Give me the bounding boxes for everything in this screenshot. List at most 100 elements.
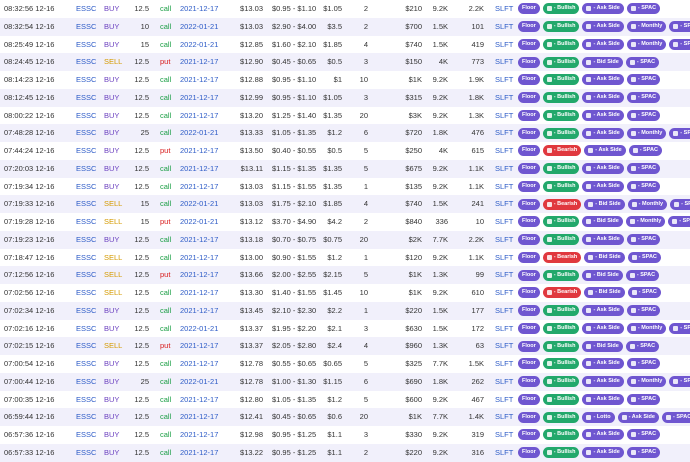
tag-side[interactable]: - Bid Side <box>582 56 623 68</box>
expiry-date-link[interactable]: 2021-12-17 <box>180 426 218 444</box>
tag-floor[interactable]: Floor <box>518 287 540 299</box>
tag-floor[interactable]: Floor <box>518 145 540 157</box>
table-row[interactable]: 08:12:45 12-16 ESSC BUY 12.5 call 2021-12-17 $… <box>0 88 690 107</box>
exchange-link[interactable]: SLFT <box>495 337 513 355</box>
tag-spac[interactable]: - SPAC <box>626 393 661 405</box>
tag-bullish[interactable]: - Bullish <box>542 127 580 139</box>
tag-side[interactable]: - Ask Side <box>582 21 624 33</box>
tag-bullish[interactable]: - Bullish <box>542 3 580 15</box>
expiry-date-link[interactable]: 2021-12-17 <box>180 0 218 18</box>
exchange-link[interactable]: SLFT <box>495 426 513 444</box>
table-row[interactable]: 07:19:33 12-16 ESSC SELL 15 call 2022-01-21 $1… <box>0 195 690 213</box>
expiry-date-link[interactable]: 2022-01-21 <box>180 36 218 54</box>
tag-spac[interactable]: - SPAC <box>627 251 661 263</box>
ticker-link[interactable]: ESSC <box>76 124 96 142</box>
tag-spac[interactable]: - SPAC <box>625 56 660 68</box>
expiry-date-link[interactable]: 2022-01-21 <box>180 320 218 338</box>
exchange-link[interactable]: SLFT <box>495 53 513 71</box>
tag-spac[interactable]: - SPAC <box>669 322 690 334</box>
tag-side[interactable]: - Ask Side <box>584 145 626 157</box>
tag-floor[interactable]: Floor <box>518 74 540 86</box>
table-row[interactable]: 06:57:33 12-16 ESSC BUY 12.5 call 2021-12-17 $… <box>0 443 690 462</box>
tag-floor[interactable]: Floor <box>518 180 540 192</box>
exchange-link[interactable]: SLFT <box>495 231 513 249</box>
expiry-date-link[interactable]: 2022-01-21 <box>180 213 218 231</box>
table-row[interactable]: 07:02:34 12-16 ESSC BUY 12.5 call 2021-12-17 $… <box>0 301 690 320</box>
tag-side[interactable]: - Ask Side <box>582 3 624 15</box>
tag-bullish[interactable]: - Bullish <box>542 180 580 192</box>
ticker-link[interactable]: ESSC <box>76 195 96 213</box>
tag-bullish[interactable]: - Bullish <box>542 429 580 441</box>
tag-floor[interactable]: Floor <box>518 92 540 104</box>
tag-floor[interactable]: Floor <box>518 376 540 388</box>
tag-floor[interactable]: Floor <box>518 198 540 210</box>
tag-spac[interactable]: - SPAC <box>669 21 690 33</box>
tag-spac[interactable]: - SPAC <box>625 340 660 352</box>
table-row[interactable]: 07:00:54 12-16 ESSC BUY 12.5 call 2021-12-17 $… <box>0 355 690 373</box>
tag-spac[interactable]: - SPAC <box>627 287 661 299</box>
tag-monthly[interactable]: - Monthly <box>627 198 668 210</box>
tag-side[interactable]: - Ask Side <box>582 358 624 370</box>
tag-spac[interactable]: - SPAC <box>668 216 690 228</box>
tag-spac[interactable]: - SPAC <box>626 163 661 175</box>
ticker-link[interactable]: ESSC <box>76 391 96 409</box>
table-row[interactable]: 07:00:35 12-16 ESSC BUY 12.5 call 2021-12-17 $… <box>0 391 690 409</box>
tag-floor[interactable]: Floor <box>518 21 540 33</box>
table-row[interactable]: 07:02:56 12-16 ESSC SELL 12.5 call 2021-12-17… <box>0 284 690 302</box>
tag-floor[interactable]: Floor <box>518 234 540 246</box>
tag-side[interactable]: - Bid Side <box>584 198 625 210</box>
tag-spac[interactable]: - SPAC <box>626 429 661 441</box>
tag-side[interactable]: - Ask Side <box>582 393 624 405</box>
tag-spac[interactable]: - SPAC <box>669 127 690 139</box>
table-row[interactable]: 07:02:15 12-16 ESSC SELL 12.5 put 2021-12-17 $… <box>0 337 690 355</box>
exchange-link[interactable]: SLFT <box>495 373 513 391</box>
ticker-link[interactable]: ESSC <box>76 0 96 18</box>
tag-side[interactable]: - Ask Side <box>582 376 624 388</box>
expiry-date-link[interactable]: 2021-12-17 <box>180 249 218 267</box>
tag-floor[interactable]: Floor <box>518 340 540 352</box>
ticker-link[interactable]: ESSC <box>76 320 96 338</box>
tag-side[interactable]: - Ask Side <box>582 127 624 139</box>
tag-monthly[interactable]: - Monthly <box>626 127 667 139</box>
expiry-date-link[interactable]: 2021-12-17 <box>180 444 218 462</box>
tag-spac[interactable]: - SPAC <box>626 109 661 121</box>
expiry-date-link[interactable]: 2021-12-17 <box>180 266 218 284</box>
tag-spac[interactable]: - SPAC <box>661 411 690 423</box>
tag-bullish[interactable]: - Bullish <box>542 447 580 459</box>
table-row[interactable]: 07:18:47 12-16 ESSC SELL 12.5 call 2021-12-17… <box>0 249 690 267</box>
tag-floor[interactable]: Floor <box>518 251 540 263</box>
tag-side[interactable]: - Bid Side <box>582 216 623 228</box>
tag-lotto[interactable]: - Lotto <box>582 411 615 423</box>
tag-bullish[interactable]: - Bullish <box>542 358 580 370</box>
expiry-date-link[interactable]: 2021-12-17 <box>180 142 218 160</box>
tag-bullish[interactable]: - Bullish <box>542 216 580 228</box>
expiry-date-link[interactable]: 2021-12-17 <box>180 178 218 196</box>
exchange-link[interactable]: SLFT <box>495 249 513 267</box>
expiry-date-link[interactable]: 2021-12-17 <box>180 355 218 373</box>
expiry-date-link[interactable]: 2022-01-21 <box>180 124 218 142</box>
table-row[interactable]: 07:19:34 12-16 ESSC BUY 12.5 call 2021-12-17 $… <box>0 178 690 196</box>
ticker-link[interactable]: ESSC <box>76 107 96 125</box>
table-row[interactable]: 07:20:03 12-16 ESSC BUY 12.5 call 2021-12-17 $… <box>0 159 690 178</box>
tag-floor[interactable]: Floor <box>518 3 540 15</box>
table-row[interactable]: 06:57:36 12-16 ESSC BUY 12.5 call 2021-12-17 $… <box>0 426 690 444</box>
exchange-link[interactable]: SLFT <box>495 0 513 18</box>
exchange-link[interactable]: SLFT <box>495 160 513 178</box>
exchange-link[interactable]: SLFT <box>495 89 513 107</box>
ticker-link[interactable]: ESSC <box>76 53 96 71</box>
tag-monthly[interactable]: - Monthly <box>626 376 667 388</box>
exchange-link[interactable]: SLFT <box>495 391 513 409</box>
tag-floor[interactable]: Floor <box>518 269 540 281</box>
tag-spac[interactable]: - SPAC <box>628 145 662 157</box>
tag-bearish[interactable]: - Bearish <box>542 198 582 210</box>
exchange-link[interactable]: SLFT <box>495 18 513 36</box>
tag-monthly[interactable]: - Monthly <box>625 216 666 228</box>
tag-floor[interactable]: Floor <box>518 447 540 459</box>
tag-bullish[interactable]: - Bullish <box>542 163 580 175</box>
tag-bullish[interactable]: - Bullish <box>542 305 580 317</box>
tag-bullish[interactable]: - Bullish <box>542 74 580 86</box>
tag-bullish[interactable]: - Bullish <box>542 21 580 33</box>
expiry-date-link[interactable]: 2021-12-17 <box>180 391 218 409</box>
tag-bullish[interactable]: - Bullish <box>542 376 580 388</box>
expiry-date-link[interactable]: 2021-12-17 <box>180 231 218 249</box>
